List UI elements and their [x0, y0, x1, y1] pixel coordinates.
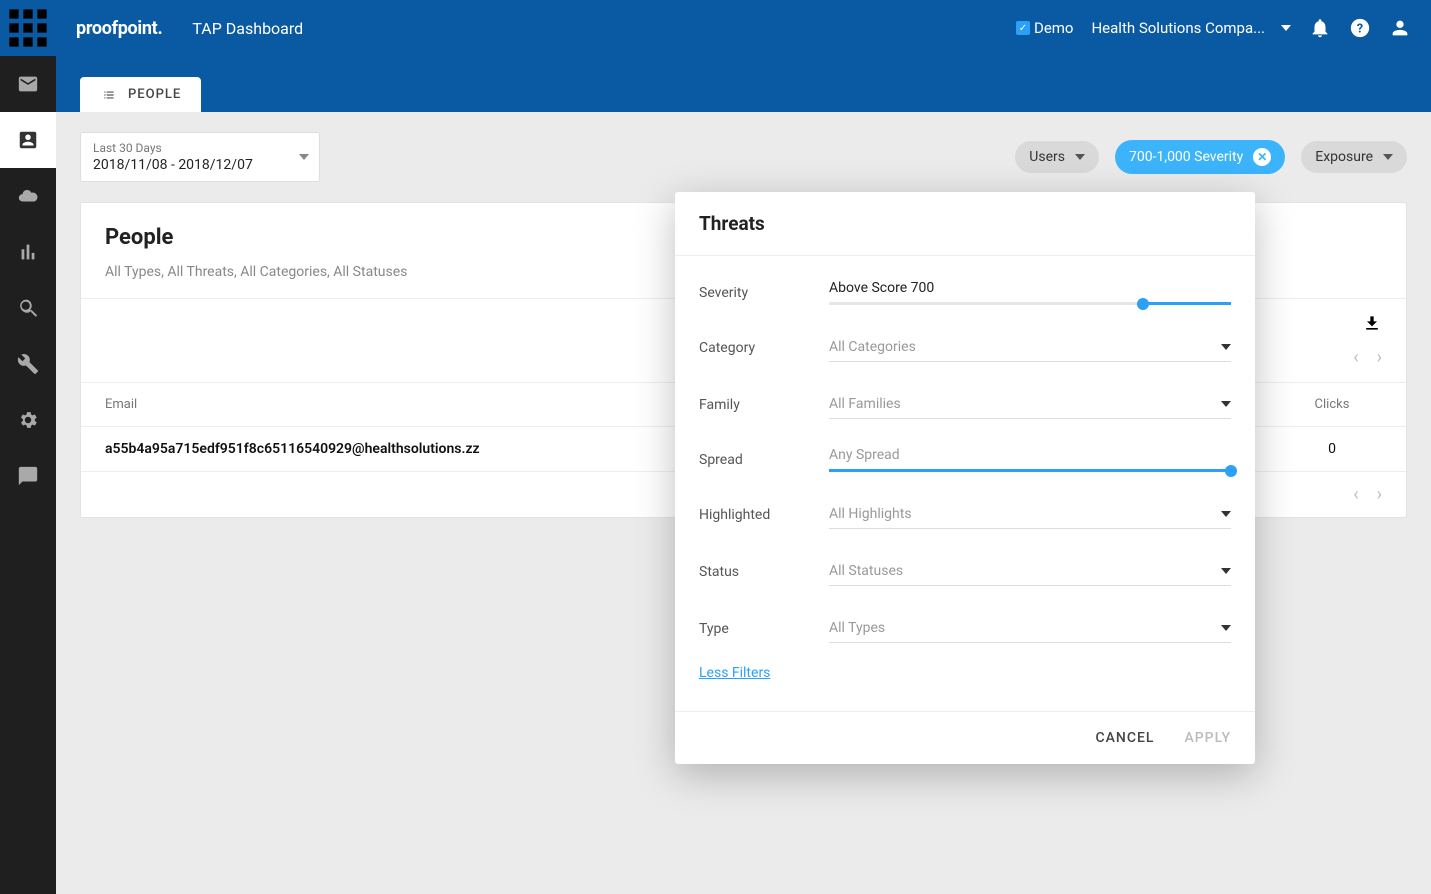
- family-select[interactable]: All Families: [829, 390, 1231, 419]
- popover-title: Threats: [699, 212, 1231, 235]
- app-title: TAP Dashboard: [192, 19, 303, 38]
- chevron-down-icon: [1221, 625, 1231, 631]
- highlighted-select[interactable]: All Highlights: [829, 500, 1231, 529]
- type-label: Type: [699, 621, 829, 637]
- org-dropdown[interactable]: Health Solutions Compa...: [1091, 19, 1291, 37]
- demo-toggle[interactable]: ✓ Demo: [1016, 19, 1074, 37]
- spread-slider[interactable]: Any Spread: [829, 447, 1231, 472]
- category-select[interactable]: All Categories: [829, 333, 1231, 362]
- type-value: All Types: [829, 620, 885, 636]
- family-value: All Families: [829, 396, 901, 412]
- pager-prev-icon[interactable]: ‹: [1353, 484, 1358, 505]
- download-icon[interactable]: [1362, 313, 1382, 333]
- header: proofpoint. TAP Dashboard ✓ Demo Health …: [56, 0, 1431, 56]
- status-select[interactable]: All Statuses: [829, 557, 1231, 586]
- nav-wrench-icon[interactable]: [0, 336, 56, 392]
- pill-exposure-label: Exposure: [1315, 149, 1373, 165]
- spread-value: Any Spread: [829, 447, 1231, 463]
- category-value: All Categories: [829, 339, 916, 355]
- chevron-down-icon: [1221, 344, 1231, 350]
- threats-popover: Threats Severity Above Score 700 Categor…: [675, 192, 1255, 764]
- less-filters-link[interactable]: Less Filters: [699, 657, 770, 695]
- pill-exposure[interactable]: Exposure: [1301, 141, 1407, 173]
- apply-button[interactable]: APPLY: [1184, 730, 1231, 746]
- chevron-down-icon: [1221, 511, 1231, 517]
- chevron-down-icon: [1281, 25, 1291, 31]
- subheader: PEOPLE: [56, 56, 1431, 112]
- app-grid-icon[interactable]: [0, 0, 56, 56]
- slider-thumb[interactable]: [1225, 465, 1237, 477]
- pager-top: ‹ ›: [1353, 347, 1382, 368]
- pill-severity-label: 700-1,000 Severity: [1129, 149, 1243, 165]
- org-name: Health Solutions Compa...: [1091, 19, 1265, 37]
- chevron-down-icon: [1075, 154, 1085, 160]
- daterange-value: 2018/11/08 - 2018/12/07: [93, 157, 279, 173]
- nav-search-icon[interactable]: [0, 280, 56, 336]
- pill-users-label: Users: [1029, 149, 1065, 165]
- left-rail: [0, 0, 56, 894]
- highlighted-value: All Highlights: [829, 506, 912, 522]
- user-icon[interactable]: [1389, 17, 1411, 39]
- check-icon: ✓: [1016, 21, 1030, 35]
- nav-cloud-icon[interactable]: [0, 168, 56, 224]
- close-icon[interactable]: ✕: [1253, 148, 1271, 166]
- tab-label: PEOPLE: [128, 87, 181, 102]
- chevron-down-icon: [299, 154, 309, 160]
- logo: proofpoint.: [76, 18, 162, 39]
- severity-label: Severity: [699, 285, 829, 301]
- slider-thumb[interactable]: [1137, 298, 1149, 310]
- bell-icon[interactable]: [1309, 17, 1331, 39]
- family-label: Family: [699, 397, 829, 413]
- status-label: Status: [699, 564, 829, 580]
- nav-mail-icon[interactable]: [0, 56, 56, 112]
- highlighted-label: Highlighted: [699, 507, 829, 523]
- demo-label: Demo: [1034, 19, 1074, 37]
- pager-bottom: ‹ ›: [1353, 484, 1382, 505]
- chevron-down-icon: [1383, 154, 1393, 160]
- pager-prev-icon[interactable]: ‹: [1353, 347, 1358, 368]
- nav-chat-icon[interactable]: [0, 448, 56, 504]
- pill-severity-filter[interactable]: 700-1,000 Severity ✕: [1115, 140, 1285, 174]
- col-clicks-header: Clicks: [1282, 397, 1382, 412]
- chevron-down-icon: [1221, 401, 1231, 407]
- tab-people[interactable]: PEOPLE: [80, 77, 201, 112]
- nav-chart-icon[interactable]: [0, 224, 56, 280]
- daterange-picker[interactable]: Last 30 Days 2018/11/08 - 2018/12/07: [80, 132, 320, 182]
- cancel-button[interactable]: CANCEL: [1096, 730, 1155, 746]
- daterange-caption: Last 30 Days: [93, 141, 279, 155]
- spread-label: Spread: [699, 452, 829, 468]
- nav-settings-icon[interactable]: [0, 392, 56, 448]
- list-icon: [100, 88, 118, 102]
- pill-users[interactable]: Users: [1015, 141, 1099, 173]
- pager-next-icon[interactable]: ›: [1377, 347, 1382, 368]
- type-select[interactable]: All Types: [829, 614, 1231, 643]
- severity-slider[interactable]: Above Score 700: [829, 280, 1231, 305]
- chevron-down-icon: [1221, 568, 1231, 574]
- help-icon[interactable]: ?: [1349, 17, 1371, 39]
- severity-value: Above Score 700: [829, 280, 1231, 296]
- svg-text:?: ?: [1357, 22, 1363, 37]
- status-value: All Statuses: [829, 563, 903, 579]
- category-label: Category: [699, 340, 829, 356]
- cell-clicks: 0: [1282, 441, 1382, 457]
- nav-people-icon[interactable]: [0, 112, 56, 168]
- pager-next-icon[interactable]: ›: [1377, 484, 1382, 505]
